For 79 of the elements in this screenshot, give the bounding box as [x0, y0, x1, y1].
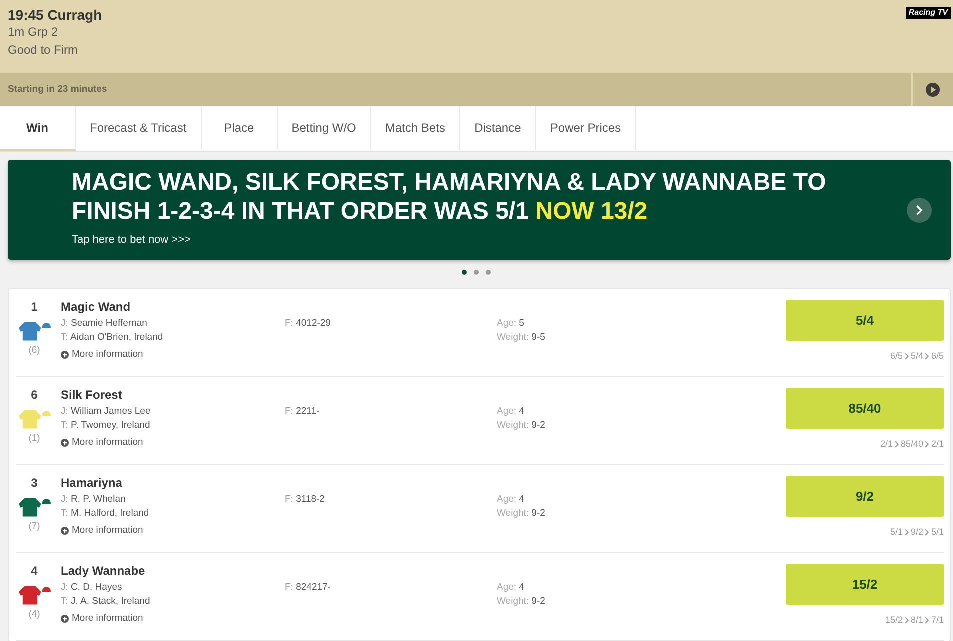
- more-information-link[interactable]: More information: [61, 437, 144, 449]
- weight-text: Weight: 9-2: [497, 419, 546, 433]
- chevron-icon: [904, 616, 909, 624]
- carousel-dot[interactable]: [462, 270, 467, 275]
- price-history-value: 5/4: [910, 350, 924, 362]
- chevron-icon: [925, 440, 930, 448]
- trainer-text: T: M. Halford, Ireland: [61, 507, 150, 521]
- jockey-text: J: Seamie Heffernan: [61, 317, 148, 331]
- price-history-value: 9/2: [910, 526, 924, 538]
- carousel-dot[interactable]: [474, 270, 479, 275]
- chevron-icon: [904, 352, 909, 360]
- weight-text: Weight: 9-2: [497, 507, 546, 521]
- runner-number: 1: [31, 300, 38, 314]
- race-detail: Good to Firm: [8, 42, 80, 59]
- price-history-value: 5/1: [931, 526, 944, 538]
- draw-number: (1): [28, 433, 40, 445]
- race-title: 19:45 Curragh: [8, 7, 102, 23]
- form-text: F: 2211-: [285, 405, 321, 419]
- price-history-value: 6/5: [931, 350, 944, 362]
- weight-text: Weight: 9-5: [497, 331, 546, 345]
- runner-name: Lady Wannabe: [61, 564, 146, 578]
- jockey-text: J: William James Lee: [61, 405, 152, 419]
- trainer-text: T: Aidan O'Brien, Ireland: [61, 331, 164, 345]
- jockey-text: J: C. D. Hayes: [61, 581, 124, 595]
- price-history-value: 2/1: [931, 438, 944, 450]
- price-history-value: 85/40: [900, 438, 924, 450]
- odds-button[interactable]: 5/4: [786, 300, 944, 341]
- jockey-text: J: R. P. Whelan: [61, 493, 127, 507]
- more-information-link[interactable]: More information: [61, 613, 144, 625]
- odds-button[interactable]: 85/40: [786, 388, 944, 429]
- runner-name: Magic Wand: [61, 300, 132, 314]
- chevron-icon: [894, 440, 899, 448]
- price-history-value: 5/1: [890, 526, 903, 538]
- promo-headline: MAGIC WAND, SILK FOREST, HAMARIYNA & LADY WANNABE TO FINISH 1-2-3-4 IN THAT ORDER WAS 5/1 NOW 13/2: [72, 168, 828, 226]
- chevron-right-icon: [916, 204, 923, 216]
- age-text: Age: 4: [497, 405, 526, 419]
- runner-number: 6: [31, 388, 38, 402]
- form-text: F: 4012-29: [285, 317, 332, 331]
- draw-number: (4): [28, 609, 40, 621]
- chevron-icon: [925, 616, 930, 624]
- plus-circle-icon: [61, 615, 69, 623]
- bet-now-link[interactable]: Tap here to bet now >>>: [72, 233, 191, 247]
- plus-circle-icon: [61, 527, 69, 535]
- odds-button[interactable]: 15/2: [786, 564, 944, 605]
- runner-name: Silk Forest: [61, 388, 124, 402]
- plus-circle-icon: [61, 351, 69, 359]
- draw-number: (7): [28, 521, 40, 533]
- age-text: Age: 4: [497, 493, 526, 507]
- runner-name: Hamariyna: [61, 476, 124, 490]
- age-text: Age: 5: [497, 317, 526, 331]
- price-history-value: 7/1: [931, 614, 944, 626]
- chevron-icon: [925, 352, 930, 360]
- price-history-value: 2/1: [880, 438, 893, 450]
- weight-text: Weight: 9-2: [497, 595, 546, 609]
- promo-banner[interactable]: MAGIC WAND, SILK FOREST, HAMARIYNA & LADY WANNABE TO FINISH 1-2-3-4 IN THAT ORDER WAS 5/1 NOW 13/2 Tap here to bet now >>>: [8, 160, 951, 260]
- price-history-value: 15/2: [885, 614, 903, 626]
- more-information-link[interactable]: More information: [61, 525, 144, 537]
- draw-number: (6): [28, 345, 40, 357]
- chevron-icon: [925, 528, 930, 536]
- play-icon: [926, 82, 940, 96]
- race-detail: 1m Grp 2: [8, 24, 60, 41]
- form-text: F: 3118-2: [285, 493, 326, 507]
- channel-logo: Racing TV: [906, 7, 951, 19]
- next-button[interactable]: [907, 198, 932, 222]
- carousel-dot[interactable]: [486, 270, 491, 275]
- chevron-icon: [904, 528, 909, 536]
- price-history-value: 6/5: [890, 350, 903, 362]
- form-text: F: 824217-: [285, 581, 332, 595]
- runner-number: 3: [31, 476, 38, 490]
- more-information-link[interactable]: More information: [61, 349, 144, 361]
- plus-circle-icon: [61, 439, 69, 447]
- age-text: Age: 4: [497, 581, 526, 595]
- odds-button[interactable]: 9/2: [786, 476, 944, 517]
- market-tab[interactable]: Win: [0, 106, 76, 151]
- price-history-value: 8/1: [910, 614, 924, 626]
- start-countdown: Starting in 23 minutes: [7, 84, 108, 95]
- trainer-text: T: J. A. Stack, Ireland: [61, 595, 152, 609]
- trainer-text: T: P. Twomey, Ireland: [61, 419, 152, 433]
- runner-number: 4: [31, 564, 38, 578]
